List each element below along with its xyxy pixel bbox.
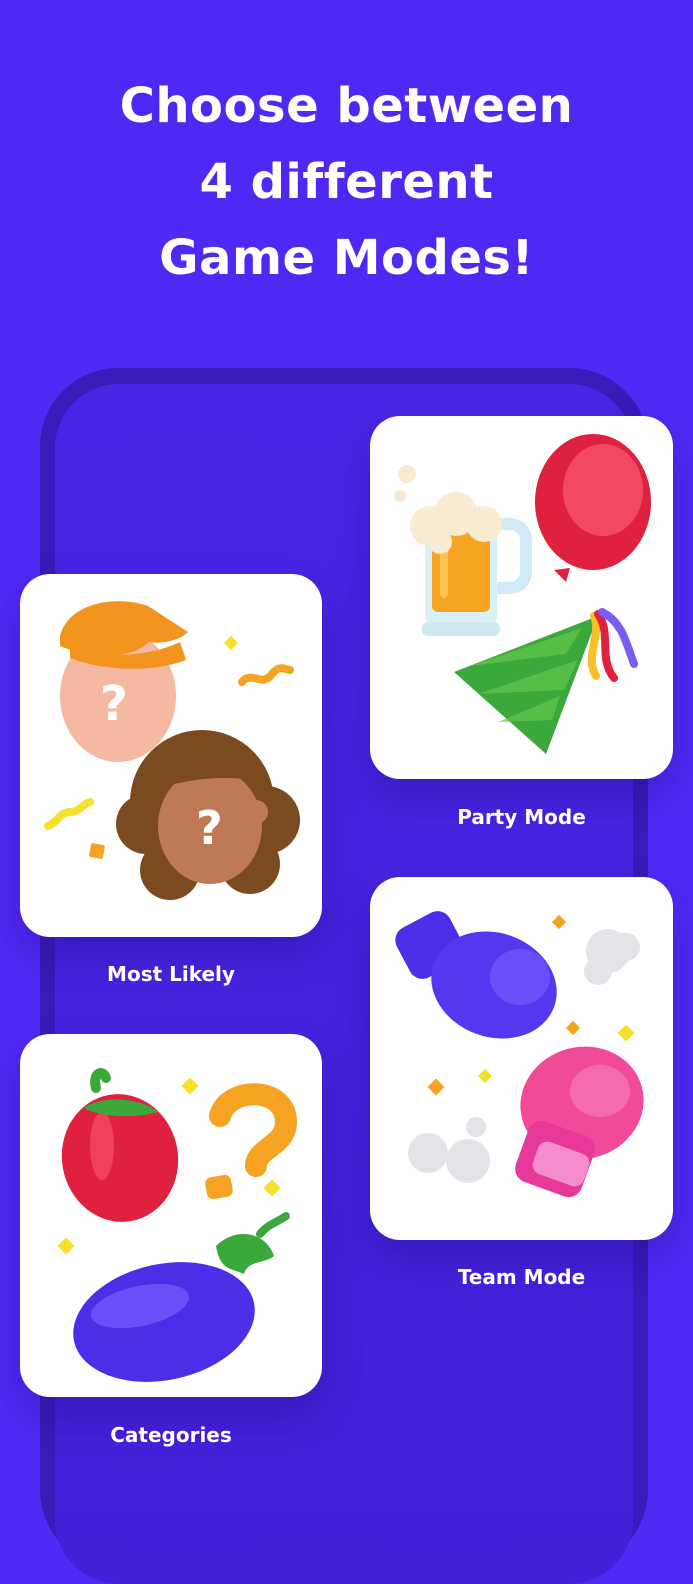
headline-line-3: Game Modes! — [159, 230, 534, 286]
vegetables-icon — [57, 1068, 298, 1382]
headline: Choose between 4 different Game Modes! — [0, 68, 693, 296]
faces-icon: ? ? — [44, 601, 300, 900]
most-likely-label[interactable]: Most Likely — [70, 962, 272, 986]
party-mode-card[interactable] — [370, 416, 673, 779]
party-mode-label[interactable]: Party Mode — [420, 805, 623, 829]
headline-line-2: 4 different — [199, 154, 494, 210]
svg-text:?: ? — [100, 676, 128, 732]
team-mode-card[interactable] — [370, 877, 673, 1240]
party-icon — [394, 434, 651, 754]
headline-line-1: Choose between — [119, 78, 574, 134]
categories-label[interactable]: Categories — [70, 1423, 272, 1447]
team-mode-label[interactable]: Team Mode — [420, 1265, 623, 1289]
most-likely-card[interactable]: ? ? — [20, 574, 322, 937]
categories-card[interactable] — [20, 1034, 322, 1397]
svg-text:?: ? — [196, 801, 223, 855]
boxing-gloves-icon — [395, 911, 644, 1198]
